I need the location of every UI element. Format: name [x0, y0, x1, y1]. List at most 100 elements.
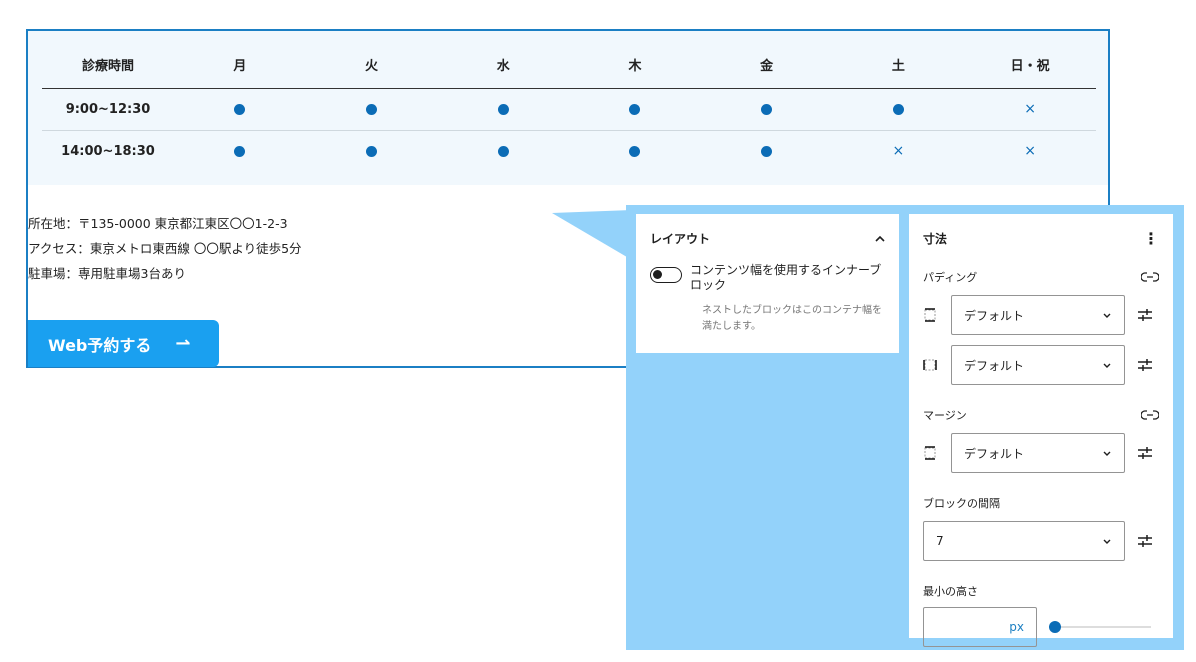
- block-gap-value: 7: [936, 534, 944, 548]
- margin-vertical-select[interactable]: デフォルト: [951, 433, 1125, 473]
- padding-label: パディング: [923, 271, 978, 284]
- min-height-unit[interactable]: px: [1009, 620, 1024, 634]
- slider-track: [1049, 626, 1151, 628]
- dimensions-panel-title: 寸法: [923, 232, 948, 246]
- block-gap-select[interactable]: 7: [923, 521, 1125, 561]
- chevron-down-icon: [1103, 451, 1111, 456]
- schedule-cell: [174, 88, 306, 131]
- schedule-cell: [437, 130, 569, 172]
- web-reservation-label: Web予約する: [48, 335, 152, 355]
- schedule-cell: [700, 88, 833, 131]
- schedule-cell: [569, 88, 701, 131]
- min-height-input[interactable]: px: [923, 607, 1037, 647]
- layout-panel: レイアウト コンテンツ幅を使用するインナーブロック ネストしたブロックはこのコン…: [636, 214, 899, 353]
- header-cell: 診療時間: [42, 41, 174, 89]
- open-dot-icon: [761, 145, 773, 157]
- padding-vertical-select[interactable]: デフォルト: [951, 295, 1125, 335]
- chevron-down-icon: [1103, 363, 1111, 368]
- toggle-help-text: ネストしたブロックはこのコンテナ幅を満たします。: [702, 305, 882, 332]
- open-dot-icon: [366, 145, 378, 157]
- clinic-info: 所在地：〒135-0000 東京都江東区〇〇1-2-3 アクセス：東京メトロ東西…: [28, 211, 302, 286]
- kebab-menu-icon[interactable]: ⋮: [1143, 230, 1159, 246]
- open-dot-icon: [761, 103, 773, 115]
- schedule-cell: [305, 88, 438, 131]
- min-height-slider[interactable]: [1049, 621, 1151, 633]
- padding-horizontal-row: デフォルト: [923, 345, 1159, 385]
- closed-cross-icon: ×: [892, 143, 905, 160]
- sliders-icon[interactable]: [1137, 446, 1153, 460]
- schedule-cell: [306, 130, 438, 172]
- open-dot-icon: [629, 145, 641, 157]
- arrow-right-icon: ⇀: [175, 333, 191, 354]
- vertical-sides-icon: [924, 446, 936, 460]
- header-cell: 木: [569, 41, 701, 89]
- margin-vertical-value: デフォルト: [964, 446, 1025, 461]
- open-dot-icon: [497, 145, 509, 157]
- header-cell: 土: [832, 41, 965, 89]
- closed-cross-icon: ×: [1024, 101, 1036, 117]
- parking-text: 駐車場：専用駐車場3台あり: [28, 266, 186, 281]
- time-cell: 14:00~18:30: [61, 143, 155, 159]
- open-dot-icon: [366, 103, 378, 115]
- padding-horizontal-select[interactable]: デフォルト: [951, 345, 1125, 385]
- schedule-cell: [701, 130, 833, 172]
- margin-label-row: マージン: [923, 407, 1159, 423]
- open-dot-icon: [234, 103, 246, 115]
- header-cell: 火: [305, 41, 438, 89]
- inner-blocks-toggle[interactable]: [650, 267, 682, 283]
- sliders-icon[interactable]: [1137, 534, 1153, 548]
- margin-label: マージン: [923, 409, 967, 422]
- open-dot-icon: [234, 145, 246, 157]
- table-row: 9:00~12:30 ×: [42, 88, 1096, 131]
- layout-panel-header[interactable]: レイアウト: [650, 230, 885, 247]
- callout-pointer: [552, 210, 632, 260]
- access-text: アクセス：東京メトロ東西線 〇〇駅より徒歩5分: [28, 241, 302, 256]
- padding-vertical-value: デフォルト: [964, 308, 1025, 323]
- address-text: 所在地：〒135-0000 東京都江東区〇〇1-2-3: [28, 216, 288, 231]
- min-height-label-row: 最小の高さ: [923, 583, 1159, 599]
- header-cell: 月: [174, 41, 306, 89]
- open-dot-icon: [629, 103, 641, 115]
- inner-blocks-toggle-row: コンテンツ幅を使用するインナーブロック: [650, 263, 885, 293]
- time-cell: 9:00~12:30: [42, 88, 174, 131]
- inner-blocks-toggle-label: コンテンツ幅を使用するインナーブロック: [690, 263, 882, 292]
- layout-panel-title: レイアウト: [650, 232, 711, 246]
- schedule-cell: ×: [964, 88, 1096, 131]
- min-height-row: px: [923, 607, 1159, 647]
- min-height-label: 最小の高さ: [923, 585, 978, 598]
- dimensions-panel: 寸法 ⋮ パディング デフォルト デフォルト マージン デフォルト ブロックの間…: [909, 214, 1173, 647]
- link-icon[interactable]: [1141, 409, 1159, 421]
- padding-vertical-row: デフォルト: [923, 295, 1159, 335]
- dimensions-panel-header: 寸法 ⋮: [923, 230, 1159, 247]
- closed-cross-icon: ×: [1024, 143, 1036, 160]
- margin-vertical-row: デフォルト: [923, 433, 1159, 473]
- stage: 診療時間 月 火 水 木 金 土 日・祝 9:00~12:30 × 14:00~18…: [0, 0, 1196, 662]
- clinic-hours-table: 診療時間 月 火 水 木 金 土 日・祝 9:00~12:30 × 14:00~18…: [42, 41, 1096, 172]
- link-icon[interactable]: [1141, 271, 1159, 283]
- chevron-down-icon: [1103, 313, 1111, 318]
- horizontal-sides-icon: [923, 359, 937, 371]
- open-dot-icon: [497, 103, 509, 115]
- block-gap-label-row: ブロックの間隔: [923, 495, 1159, 511]
- schedule-cell: [174, 130, 306, 172]
- schedule-cell: [569, 130, 701, 172]
- chevron-up-icon[interactable]: [875, 234, 885, 244]
- vertical-sides-icon: [924, 308, 936, 322]
- table-row: 14:00~18:30 × ×: [42, 130, 1096, 172]
- table-header-row: 診療時間 月 火 水 木 金 土 日・祝: [42, 41, 1096, 89]
- header-cell: 金: [700, 41, 833, 89]
- web-reservation-button[interactable]: Web予約する ⇀: [28, 320, 219, 367]
- schedule-cell: [832, 88, 965, 131]
- block-gap-row: 7: [923, 521, 1159, 561]
- slider-thumb[interactable]: [1049, 621, 1061, 633]
- schedule-cell: ×: [964, 130, 1096, 172]
- header-cell: 日・祝: [964, 41, 1096, 89]
- open-dot-icon: [892, 103, 904, 115]
- schedule-cell: [437, 88, 570, 131]
- chevron-down-icon: [1103, 539, 1111, 544]
- sliders-icon[interactable]: [1137, 358, 1153, 372]
- padding-label-row: パディング: [923, 269, 1159, 285]
- padding-horizontal-value: デフォルト: [964, 358, 1025, 373]
- sliders-icon[interactable]: [1137, 308, 1153, 322]
- schedule-cell: ×: [833, 130, 965, 172]
